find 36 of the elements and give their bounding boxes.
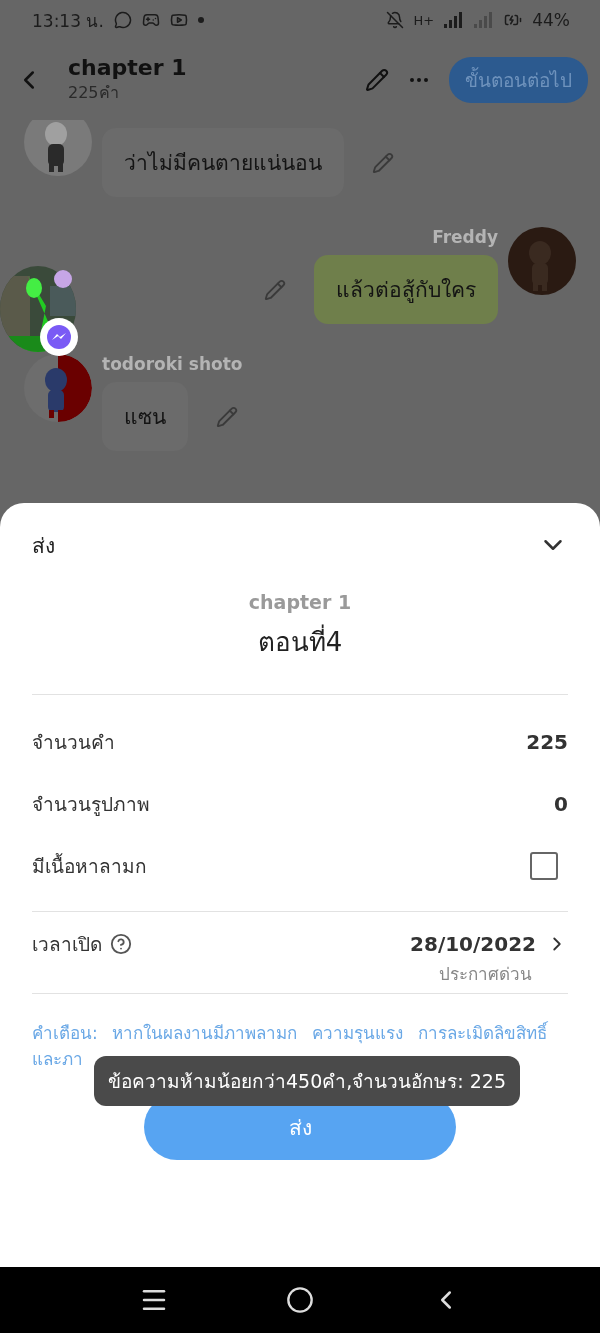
episode-title: ตอนที่4 <box>257 621 343 662</box>
notification-dot <box>54 270 72 288</box>
sender-name: todoroki shoto <box>102 354 243 374</box>
edit-icon[interactable] <box>365 68 389 92</box>
row-label: จำนวนคำ <box>32 730 115 755</box>
message-bubble: ว่าไม่มีคนตายแน่นอน <box>102 128 344 197</box>
video-icon <box>169 11 188 29</box>
word-count: 225คำ <box>68 82 120 104</box>
signal-icon <box>444 12 465 28</box>
network-type: H+ <box>413 12 435 28</box>
dot-icon <box>197 17 204 23</box>
publish-note: ประกาศด่วน <box>439 963 532 986</box>
row-label: มีเนื้อหาลามก <box>32 852 147 879</box>
signal-icon <box>474 12 495 28</box>
clock: 13:13 น. <box>32 9 104 33</box>
bell-off-icon <box>385 11 404 29</box>
messenger-badge <box>40 318 78 356</box>
row-value: 0 <box>554 792 568 816</box>
row-label: จำนวนรูปภาพ <box>32 792 150 818</box>
row-label: เวลาเปิด <box>32 932 102 957</box>
row-value: 225 <box>526 730 568 754</box>
gamepad-icon <box>141 11 160 29</box>
sheet-title: ส่ง <box>32 532 55 560</box>
next-step-button[interactable]: ขั้นตอนต่อไป <box>449 57 588 103</box>
battery-level: 44% <box>532 10 570 30</box>
sender-name: Freddy <box>432 227 498 247</box>
chapter-name: chapter 1 <box>248 591 352 613</box>
message-bubble: แซน <box>102 382 188 451</box>
message-bubble: แล้วต่อสู้กับใคร <box>314 255 498 324</box>
toast-message: ข้อความห้ามน้อยกว่า450คำ,จำนวนอักษร: 225 <box>94 1056 520 1106</box>
home-icon[interactable] <box>286 1286 314 1314</box>
date-picker[interactable]: 28/10/2022 <box>410 928 568 960</box>
chapter-title: chapter 1 <box>68 55 187 80</box>
chat-icon <box>113 11 132 29</box>
help-icon[interactable] <box>110 933 132 955</box>
checkbox[interactable] <box>530 852 558 880</box>
